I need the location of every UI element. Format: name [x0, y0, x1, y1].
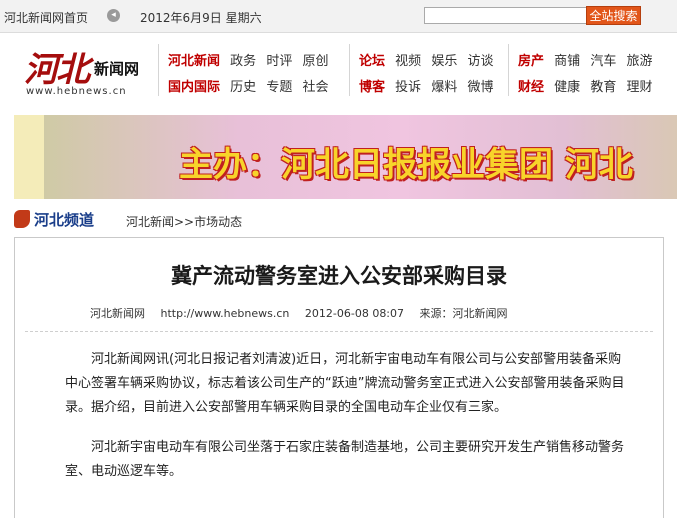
- nav-item[interactable]: 访谈: [467, 54, 493, 69]
- nav-item[interactable]: 历史: [230, 80, 256, 95]
- nav-item[interactable]: 旅游: [626, 54, 652, 69]
- arrow-left-icon: ◂: [107, 9, 120, 22]
- nav-item[interactable]: 房产: [518, 54, 544, 69]
- nav-item[interactable]: 爆料: [431, 80, 457, 95]
- article-box: 冀产流动警务室进入公安部采购目录 河北新闻网 http://www.hebnew…: [14, 237, 664, 518]
- nav-item[interactable]: 河北新闻: [168, 54, 220, 69]
- nav-row: 博客 投诉 爆料 微博: [359, 76, 499, 95]
- nav-item[interactable]: 博客: [359, 80, 385, 95]
- nav-item[interactable]: 原创: [302, 54, 328, 69]
- logo-url: www.hebnews.cn: [26, 86, 127, 97]
- top-bar: 河北新闻网首页 ◂ 2012年6月9日 星期六 全站搜索: [0, 0, 677, 33]
- nav-item[interactable]: 时评: [266, 54, 292, 69]
- nav-item[interactable]: 社会: [302, 80, 328, 95]
- nav-item[interactable]: 论坛: [359, 54, 385, 69]
- nav-row: 河北新闻 政务 时评 原创: [168, 50, 334, 69]
- nav-item[interactable]: 理财: [626, 80, 652, 95]
- nav-item[interactable]: 专题: [266, 80, 292, 95]
- meta-source: 来源：河北新闻网: [419, 307, 508, 320]
- breadcrumb[interactable]: 河北新闻>>市场动态: [126, 213, 242, 230]
- article-title: 冀产流动警务室进入公安部采购目录: [171, 263, 507, 288]
- nav-item[interactable]: 微博: [467, 80, 493, 95]
- nav-item[interactable]: 娱乐: [431, 54, 457, 69]
- nav-row: 房产 商铺 汽车 旅游: [518, 50, 658, 69]
- date-text: 2012年6月9日 星期六: [140, 11, 262, 25]
- nav-item[interactable]: 政务: [230, 54, 256, 69]
- logo-mark: 河北: [24, 50, 90, 90]
- meta-site: 河北新闻网: [90, 307, 145, 320]
- logo-wordmark: 新闻网: [94, 60, 140, 78]
- hebei-map-icon: [14, 210, 30, 228]
- nav-row: 论坛 视频 娱乐 访谈: [359, 50, 499, 69]
- nav-divider: [508, 44, 509, 96]
- meta-datetime: 2012-06-08 08:07: [304, 307, 405, 320]
- meta-url[interactable]: http://www.hebnews.cn: [161, 307, 290, 320]
- nav-item[interactable]: 投诉: [395, 80, 421, 95]
- nav-item[interactable]: 商铺: [554, 54, 580, 69]
- article-paragraph: 河北新闻网讯(河北日报记者刘清波)近日，河北新宇宙电动车有限公司与公安部警用装备…: [65, 352, 625, 415]
- article-paragraph: 河北新宇宙电动车有限公司坐落于石家庄装备制造基地，公司主要研究开发生产销售移动警…: [65, 440, 625, 479]
- banner-text: 主办：河北日报报业集团 河北: [179, 145, 633, 185]
- site-logo[interactable]: 河北 新闻网 www.hebnews.cn: [24, 42, 164, 98]
- article-meta: 河北新闻网 http://www.hebnews.cn 2012-06-08 0…: [90, 305, 520, 321]
- search-button[interactable]: 全站搜索: [586, 6, 641, 25]
- nav-row: 国内国际 历史 专题 社会: [168, 76, 334, 95]
- nav-item[interactable]: 视频: [395, 54, 421, 69]
- nav-item[interactable]: 教育: [590, 80, 616, 95]
- nav-item[interactable]: 财经: [518, 80, 544, 95]
- nav-divider: [349, 44, 350, 96]
- home-link[interactable]: 河北新闻网首页: [4, 9, 88, 26]
- nav-item[interactable]: 汽车: [590, 54, 616, 69]
- channel-title[interactable]: 河北频道: [34, 209, 94, 230]
- nav-row: 财经 健康 教育 理财: [518, 76, 658, 95]
- search-input[interactable]: [424, 7, 589, 24]
- nav-item[interactable]: 健康: [554, 80, 580, 95]
- nav-divider: [158, 44, 159, 96]
- channel-bar: 河北频道 河北新闻>>市场动态: [14, 207, 677, 231]
- nav-item[interactable]: 国内国际: [168, 80, 220, 95]
- sponsor-banner[interactable]: 主办：河北日报报业集团 河北: [14, 115, 677, 199]
- meta-divider: [25, 331, 653, 332]
